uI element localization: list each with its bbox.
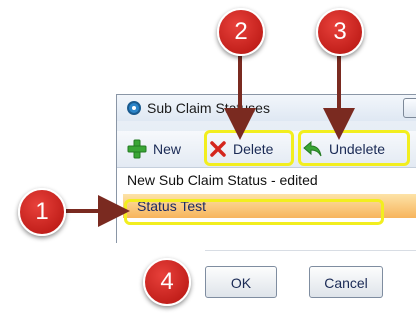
callout-marker-2: 2 bbox=[217, 8, 265, 56]
callout-marker-1: 1 bbox=[18, 188, 66, 236]
callout-marker-3: 3 bbox=[316, 8, 364, 56]
callout-marker-4: 4 bbox=[143, 258, 191, 306]
